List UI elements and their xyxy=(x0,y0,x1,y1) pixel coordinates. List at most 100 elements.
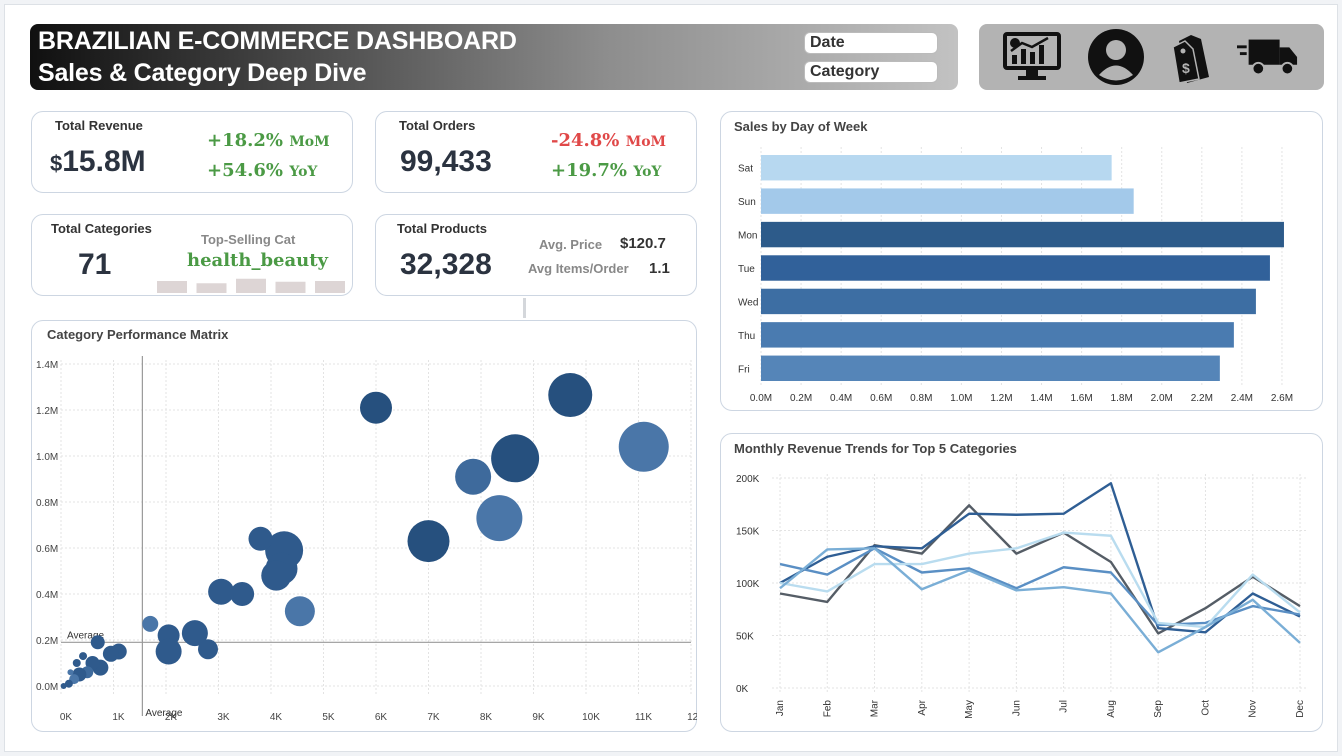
x-tick-label: 0.6M xyxy=(870,393,892,404)
kpi-total-categories: Total Categories 71 Top-Selling Cat heal… xyxy=(31,214,353,296)
bar xyxy=(761,221,1284,248)
scatter-point xyxy=(102,645,119,662)
x-tick-label: 9K xyxy=(532,712,545,723)
x-tick-label: Jun xyxy=(1011,700,1022,716)
y-category-label: Fri xyxy=(738,364,750,375)
scatter-point xyxy=(284,596,315,627)
x-tick-label: 11K xyxy=(635,712,652,723)
kpi-label: Total Revenue xyxy=(55,118,143,133)
scatter-point xyxy=(208,578,235,605)
kpi-mom-change: +18.2% MoM xyxy=(207,130,330,151)
avg-items-label: Avg Items/Order xyxy=(528,261,629,276)
x-tick-label: 1.4M xyxy=(1030,393,1052,404)
delivery-truck-icon[interactable] xyxy=(1237,30,1299,84)
scatter-point xyxy=(548,373,593,418)
kpi-value: 99,433 xyxy=(400,145,492,178)
kpi-yoy-change: +19.7% YoY xyxy=(551,160,662,181)
kpi-value: 32,328 xyxy=(400,248,492,281)
kpi-label: Total Products xyxy=(397,221,488,236)
dashboard-title: BRAZILIAN E-COMMERCE DASHBOARD xyxy=(38,27,517,55)
y-tick-label: 100K xyxy=(736,579,760,590)
kpi-value: 71 xyxy=(78,248,112,281)
x-tick-label: Jul xyxy=(1059,700,1070,713)
x-tick-label: 1.0M xyxy=(950,393,972,404)
x-tick-label: 5K xyxy=(322,712,335,723)
x-tick-label: Mar xyxy=(870,699,881,717)
x-tick-label: Aug xyxy=(1106,700,1117,718)
x-tick-label: 6K xyxy=(375,712,388,723)
svg-text:$: $ xyxy=(1182,60,1190,76)
y-tick-label: 0.6M xyxy=(36,544,58,555)
x-tick-label: Nov xyxy=(1248,700,1259,718)
scatter-point xyxy=(90,635,105,650)
top-selling-label: Top-Selling Cat xyxy=(201,232,296,247)
category-filter[interactable]: Category xyxy=(804,61,938,83)
bar xyxy=(761,255,1270,281)
x-tick-label: 7K xyxy=(427,712,440,723)
scatter-point xyxy=(248,526,273,551)
scatter-point xyxy=(142,615,159,632)
y-category-label: Thu xyxy=(738,331,755,342)
date-filter[interactable]: Date xyxy=(804,32,938,54)
y-tick-label: 0K xyxy=(736,684,749,695)
x-tick-label: 1.8M xyxy=(1111,393,1133,404)
sales-by-day-chart: 0.0M 0.2M 0.4M 0.6M 0.8M 1.0M 1.2M 1.4M 1.6M 1.8M… xyxy=(738,147,1293,404)
monthly-revenue-chart: Jan Feb Mar Apr May Jun Jul Aug Sep Oct Nov Dec 0K 50… xyxy=(736,474,1308,719)
dashboard-subtitle: Sales & Category Deep Dive xyxy=(38,59,367,87)
x-tick-label: Dec xyxy=(1295,700,1306,718)
x-tick-label: May xyxy=(964,700,975,719)
y-tick-label: 1.4M xyxy=(36,360,58,371)
scatter-point xyxy=(60,683,67,689)
dashboard-header: BRAZILIAN E-COMMERCE DASHBOARD Sales & C… xyxy=(30,24,958,90)
x-tick-label: 0K xyxy=(60,712,73,723)
price-tag-icon[interactable]: $ xyxy=(1163,30,1225,84)
scatter-point xyxy=(79,652,88,661)
scatter-point xyxy=(181,620,208,647)
category-performance-scatter: 0K1K2K3K4K5K6K7K8K9K10K11K12K0.0M0.2M0.4… xyxy=(36,356,697,723)
y-category-label: Sun xyxy=(738,197,756,208)
scatter-point xyxy=(72,659,81,667)
x-tick-label: 2.2M xyxy=(1191,393,1213,404)
x-tick-label: 1.2M xyxy=(990,393,1012,404)
bar xyxy=(761,322,1234,348)
series-line xyxy=(779,531,1301,629)
x-tick-label: 8K xyxy=(480,712,493,723)
y-tick-label: 1.2M xyxy=(36,406,58,417)
x-tick-label: 2.6M xyxy=(1271,393,1293,404)
y-category-label: Sat xyxy=(738,164,753,175)
x-tick-label: 1.6M xyxy=(1070,393,1092,404)
y-tick-label: 0.8M xyxy=(36,498,58,509)
avg-price-value: $120.7 xyxy=(620,235,666,252)
y-tick-label: 50K xyxy=(736,632,754,643)
y-tick-label: 0.0M xyxy=(36,682,58,693)
kpi-label: Total Orders xyxy=(399,118,476,133)
x-tick-label: 2.0M xyxy=(1151,393,1173,404)
monitor-chart-icon[interactable] xyxy=(1001,30,1063,84)
scatter-point xyxy=(155,638,182,665)
bar xyxy=(761,155,1112,181)
x-tick-label: Apr xyxy=(917,699,928,715)
series-line xyxy=(779,547,1301,627)
bar xyxy=(761,188,1134,214)
scatter-point xyxy=(618,421,669,472)
scatter-point xyxy=(407,520,450,563)
kpi-total-orders: Total Orders 99,433 -24.8% MoM +19.7% Yo… xyxy=(375,111,697,193)
x-tick-label: Sep xyxy=(1153,700,1164,718)
kpi-value: $15.8M xyxy=(50,145,146,178)
scatter-point xyxy=(476,495,523,542)
spark-bar xyxy=(157,281,187,293)
x-tick-label: Feb xyxy=(822,700,833,718)
spark-bar xyxy=(236,278,266,293)
x-tick-label: Jan xyxy=(775,700,786,716)
y-category-label: Tue xyxy=(738,264,755,275)
series-line xyxy=(779,504,1301,635)
y-tick-label: 0.4M xyxy=(36,590,58,601)
nav-icon-bar: $ xyxy=(979,24,1324,90)
kpi-total-products: Total Products 32,328 Avg. Price $120.7 … xyxy=(375,214,697,296)
x-tick-label: 0.8M xyxy=(910,393,932,404)
bar xyxy=(761,355,1220,381)
kpi-label: Total Categories xyxy=(51,221,152,236)
divider xyxy=(523,298,526,318)
top-selling-category: health_beauty xyxy=(187,250,329,271)
user-icon[interactable] xyxy=(1085,29,1147,85)
